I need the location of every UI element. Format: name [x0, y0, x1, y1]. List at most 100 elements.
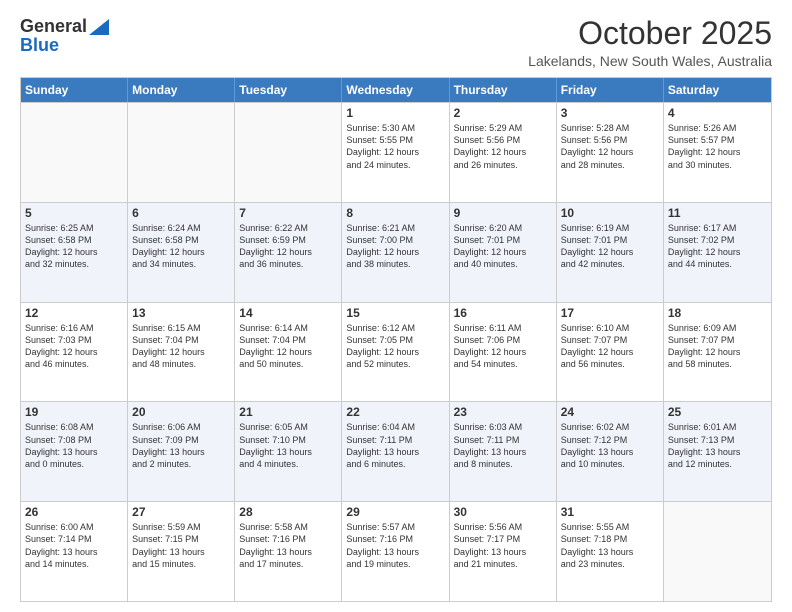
logo: General Blue	[20, 16, 109, 56]
cal-cell-1-7: 4Sunrise: 5:26 AMSunset: 5:57 PMDaylight…	[664, 103, 771, 202]
cal-cell-2-2: 6Sunrise: 6:24 AMSunset: 6:58 PMDaylight…	[128, 203, 235, 302]
calendar-header: Sunday Monday Tuesday Wednesday Thursday…	[21, 78, 771, 102]
day-info: Sunrise: 5:30 AMSunset: 5:55 PMDaylight:…	[346, 122, 444, 171]
day-info: Sunrise: 6:19 AMSunset: 7:01 PMDaylight:…	[561, 222, 659, 271]
cal-cell-5-2: 27 Sunrise: 5:59 AMSunset: 7:15 PMDayligh…	[128, 502, 235, 601]
header-thursday: Thursday	[450, 78, 557, 102]
day-number: 8	[346, 206, 444, 220]
cal-cell-2-7: 11Sunrise: 6:17 AMSunset: 7:02 PMDayligh…	[664, 203, 771, 302]
page: General Blue October 2025 Lakelands, New…	[0, 0, 792, 612]
day-info: Sunrise: 5:59 AMSunset: 7:15 PMDaylight:…	[132, 521, 230, 570]
cal-cell-1-2	[128, 103, 235, 202]
cal-cell-5-3: 28 Sunrise: 5:58 AMSunset: 7:16 PMDayligh…	[235, 502, 342, 601]
day-info: Sunrise: 6:25 AMSunset: 6:58 PMDaylight:…	[25, 222, 123, 271]
calendar-week-5: 26Sunrise: 6:00 AMSunset: 7:14 PMDayligh…	[21, 501, 771, 601]
day-info: Sunrise: 5:28 AMSunset: 5:56 PMDaylight:…	[561, 122, 659, 171]
day-number: 30	[454, 505, 552, 519]
day-number: 24	[561, 405, 659, 419]
day-number: 25	[668, 405, 767, 419]
calendar-body: 1 Sunrise: 5:30 AMSunset: 5:55 PMDaylight…	[21, 102, 771, 601]
day-number: 21	[239, 405, 337, 419]
day-number: 18	[668, 306, 767, 320]
cal-cell-3-7: 18 Sunrise: 6:09 AMSunset: 7:07 PMDayligh…	[664, 303, 771, 402]
header-wednesday: Wednesday	[342, 78, 449, 102]
day-info: Sunrise: 6:04 AMSunset: 7:11 PMDaylight:…	[346, 421, 444, 470]
day-number: 6	[132, 206, 230, 220]
cal-cell-4-2: 20 Sunrise: 6:06 AMSunset: 7:09 PMDayligh…	[128, 402, 235, 501]
cal-cell-5-6: 31 Sunrise: 5:55 AMSunset: 7:18 PMDayligh…	[557, 502, 664, 601]
day-number: 13	[132, 306, 230, 320]
day-number: 29	[346, 505, 444, 519]
cal-cell-3-3: 14 Sunrise: 6:14 AMSunset: 7:04 PMDayligh…	[235, 303, 342, 402]
cal-cell-4-4: 22 Sunrise: 6:04 AMSunset: 7:11 PMDayligh…	[342, 402, 449, 501]
day-number: 14	[239, 306, 337, 320]
day-number: 9	[454, 206, 552, 220]
day-info: Sunrise: 6:22 AMSunset: 6:59 PMDaylight:…	[239, 222, 337, 271]
day-number: 5	[25, 206, 123, 220]
cal-cell-3-6: 17Sunrise: 6:10 AMSunset: 7:07 PMDayligh…	[557, 303, 664, 402]
day-info: Sunrise: 6:21 AMSunset: 7:00 PMDaylight:…	[346, 222, 444, 271]
cal-cell-4-3: 21 Sunrise: 6:05 AMSunset: 7:10 PMDayligh…	[235, 402, 342, 501]
cal-cell-2-4: 8 Sunrise: 6:21 AMSunset: 7:00 PMDaylight…	[342, 203, 449, 302]
day-info: Sunrise: 5:29 AMSunset: 5:56 PMDaylight:…	[454, 122, 552, 171]
cal-cell-4-7: 25Sunrise: 6:01 AMSunset: 7:13 PMDayligh…	[664, 402, 771, 501]
cal-cell-4-6: 24Sunrise: 6:02 AMSunset: 7:12 PMDayligh…	[557, 402, 664, 501]
day-info: Sunrise: 6:05 AMSunset: 7:10 PMDaylight:…	[239, 421, 337, 470]
header-monday: Monday	[128, 78, 235, 102]
cal-cell-2-1: 5 Sunrise: 6:25 AMSunset: 6:58 PMDaylight…	[21, 203, 128, 302]
cal-cell-5-7	[664, 502, 771, 601]
day-number: 31	[561, 505, 659, 519]
cal-cell-3-1: 12Sunrise: 6:16 AMSunset: 7:03 PMDayligh…	[21, 303, 128, 402]
cal-cell-2-5: 9 Sunrise: 6:20 AMSunset: 7:01 PMDaylight…	[450, 203, 557, 302]
day-number: 17	[561, 306, 659, 320]
day-info: Sunrise: 5:56 AMSunset: 7:17 PMDaylight:…	[454, 521, 552, 570]
day-number: 26	[25, 505, 123, 519]
logo-general-text: General	[20, 16, 87, 37]
month-title: October 2025	[528, 16, 772, 51]
day-info: Sunrise: 6:09 AMSunset: 7:07 PMDaylight:…	[668, 322, 767, 371]
cal-cell-5-1: 26Sunrise: 6:00 AMSunset: 7:14 PMDayligh…	[21, 502, 128, 601]
day-info: Sunrise: 5:58 AMSunset: 7:16 PMDaylight:…	[239, 521, 337, 570]
day-info: Sunrise: 6:12 AMSunset: 7:05 PMDaylight:…	[346, 322, 444, 371]
day-number: 20	[132, 405, 230, 419]
header-saturday: Saturday	[664, 78, 771, 102]
day-number: 12	[25, 306, 123, 320]
day-info: Sunrise: 6:08 AMSunset: 7:08 PMDaylight:…	[25, 421, 123, 470]
day-number: 7	[239, 206, 337, 220]
day-number: 10	[561, 206, 659, 220]
cal-cell-1-3	[235, 103, 342, 202]
cal-cell-4-5: 23Sunrise: 6:03 AMSunset: 7:11 PMDayligh…	[450, 402, 557, 501]
calendar: Sunday Monday Tuesday Wednesday Thursday…	[20, 77, 772, 602]
cal-cell-1-5: 2 Sunrise: 5:29 AMSunset: 5:56 PMDaylight…	[450, 103, 557, 202]
cal-cell-1-4: 1 Sunrise: 5:30 AMSunset: 5:55 PMDaylight…	[342, 103, 449, 202]
day-number: 4	[668, 106, 767, 120]
day-info: Sunrise: 6:03 AMSunset: 7:11 PMDaylight:…	[454, 421, 552, 470]
header-sunday: Sunday	[21, 78, 128, 102]
day-number: 28	[239, 505, 337, 519]
calendar-week-3: 12Sunrise: 6:16 AMSunset: 7:03 PMDayligh…	[21, 302, 771, 402]
day-info: Sunrise: 6:14 AMSunset: 7:04 PMDaylight:…	[239, 322, 337, 371]
day-number: 27	[132, 505, 230, 519]
cal-cell-3-5: 16Sunrise: 6:11 AMSunset: 7:06 PMDayligh…	[450, 303, 557, 402]
day-info: Sunrise: 5:55 AMSunset: 7:18 PMDaylight:…	[561, 521, 659, 570]
day-info: Sunrise: 6:06 AMSunset: 7:09 PMDaylight:…	[132, 421, 230, 470]
day-number: 19	[25, 405, 123, 419]
logo-icon	[89, 19, 109, 35]
day-number: 11	[668, 206, 767, 220]
day-info: Sunrise: 6:15 AMSunset: 7:04 PMDaylight:…	[132, 322, 230, 371]
cal-cell-4-1: 19 Sunrise: 6:08 AMSunset: 7:08 PMDayligh…	[21, 402, 128, 501]
location: Lakelands, New South Wales, Australia	[528, 53, 772, 69]
header-friday: Friday	[557, 78, 664, 102]
cal-cell-3-2: 13 Sunrise: 6:15 AMSunset: 7:04 PMDayligh…	[128, 303, 235, 402]
day-number: 22	[346, 405, 444, 419]
cal-cell-3-4: 15 Sunrise: 6:12 AMSunset: 7:05 PMDayligh…	[342, 303, 449, 402]
day-number: 15	[346, 306, 444, 320]
day-info: Sunrise: 6:20 AMSunset: 7:01 PMDaylight:…	[454, 222, 552, 271]
day-number: 1	[346, 106, 444, 120]
day-number: 2	[454, 106, 552, 120]
header-tuesday: Tuesday	[235, 78, 342, 102]
cal-cell-5-5: 30 Sunrise: 5:56 AMSunset: 7:17 PMDayligh…	[450, 502, 557, 601]
calendar-week-2: 5 Sunrise: 6:25 AMSunset: 6:58 PMDaylight…	[21, 202, 771, 302]
header: General Blue October 2025 Lakelands, New…	[20, 16, 772, 69]
cal-cell-5-4: 29Sunrise: 5:57 AMSunset: 7:16 PMDayligh…	[342, 502, 449, 601]
